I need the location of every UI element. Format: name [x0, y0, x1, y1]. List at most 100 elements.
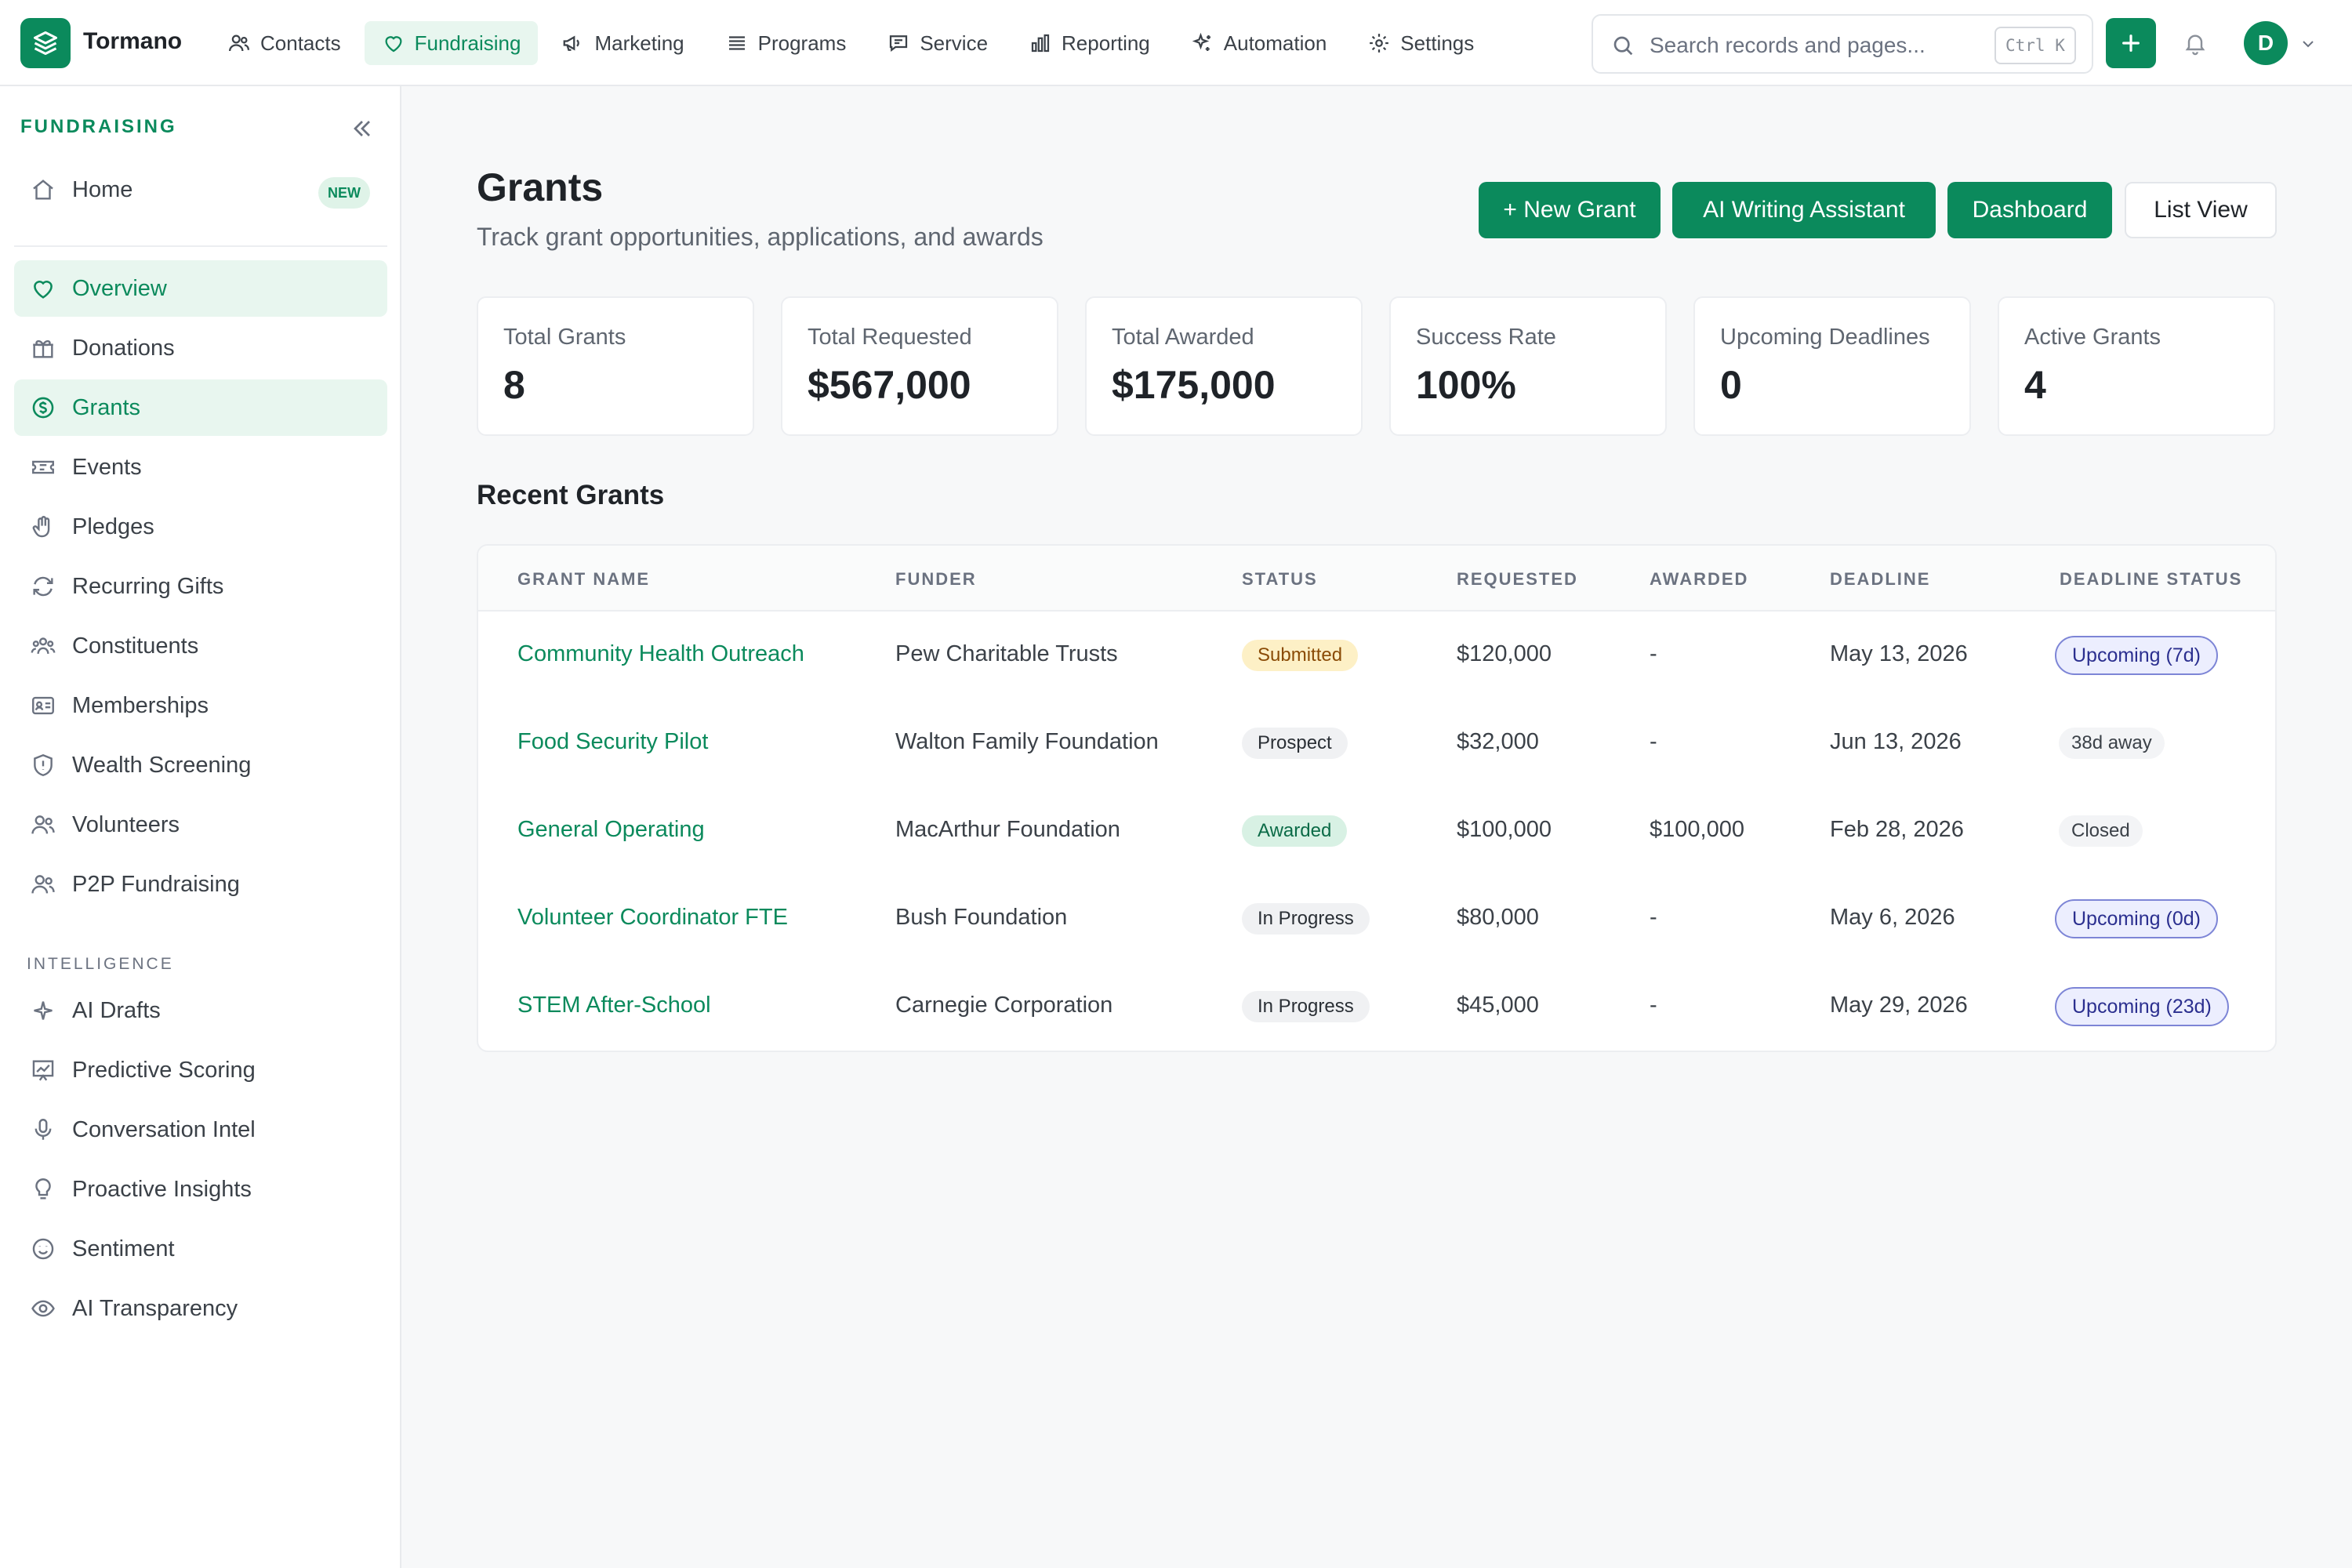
sidebar-item-label: Overview: [72, 275, 167, 301]
nav-item-marketing[interactable]: Marketing: [544, 21, 701, 65]
app-logo-icon[interactable]: [20, 18, 71, 68]
new-grant-button[interactable]: + New Grant: [1479, 182, 1661, 238]
sidebar-item-ai-transparency[interactable]: AI Transparency: [14, 1280, 387, 1337]
deadline-status-badge: Closed: [2059, 815, 2143, 847]
sidebar-item-wealth-screening[interactable]: Wealth Screening: [14, 737, 387, 793]
deadline-cell: May 29, 2026: [1830, 993, 1968, 1018]
column-header-grant-name[interactable]: GRANT NAME: [517, 569, 650, 590]
sidebar-item-recurring-gifts[interactable]: Recurring Gifts: [14, 558, 387, 615]
stat-card-total-requested: Total Requested $567,000: [781, 296, 1058, 436]
column-header-deadline[interactable]: DEADLINE: [1830, 569, 1930, 590]
chevron-down-icon[interactable]: [2299, 34, 2318, 53]
eye-icon: [31, 1300, 55, 1317]
ticket-icon: [32, 460, 54, 474]
table-row[interactable]: Community Health Outreach Pew Charitable…: [478, 612, 2275, 699]
nav-item-fundraising[interactable]: Fundraising: [364, 21, 539, 65]
heart-icon: [34, 281, 53, 299]
nav-item-programs[interactable]: Programs: [708, 21, 864, 65]
sidebar-item-memberships[interactable]: Memberships: [14, 677, 387, 734]
sidebar-item-label: Events: [72, 454, 142, 480]
sidebar-item-grants[interactable]: Grants: [14, 379, 387, 436]
column-header-deadline-status[interactable]: DEADLINE STATUS: [2060, 569, 2242, 590]
sidebar-item-volunteers[interactable]: Volunteers: [14, 797, 387, 853]
nav-label: Reporting: [1062, 31, 1150, 55]
deadline-cell: May 6, 2026: [1830, 905, 1955, 930]
nav-item-contacts[interactable]: Contacts: [210, 21, 358, 65]
sidebar-item-constituents[interactable]: Constituents: [14, 618, 387, 674]
sidebar-item-events[interactable]: Events: [14, 439, 387, 495]
sidebar-item-donations[interactable]: Donations: [14, 320, 387, 376]
notifications-button[interactable]: [2170, 18, 2220, 68]
lightbulb-icon: [35, 1178, 51, 1200]
home-icon: [33, 180, 53, 200]
sidebar-item-predictive-scoring[interactable]: Predictive Scoring: [14, 1042, 387, 1098]
status-badge: Prospect: [1242, 728, 1348, 759]
sidebar-item-ai-drafts[interactable]: AI Drafts: [14, 982, 387, 1039]
column-header-requested[interactable]: REQUESTED: [1457, 569, 1578, 590]
page-title: Grants: [477, 165, 604, 209]
sidebar-item-label: Proactive Insights: [72, 1176, 252, 1202]
sidebar-section-intelligence: INTELLIGENCE: [27, 955, 174, 973]
chat-icon: [890, 35, 908, 52]
sidebar: FUNDRAISING Home NEW Overview Donations …: [0, 86, 401, 1568]
nav-item-settings[interactable]: Settings: [1350, 21, 1491, 65]
sidebar-item-p2p-fundraising[interactable]: P2P Fundraising: [14, 856, 387, 913]
sidebar-item-label: Home: [72, 176, 133, 202]
table-row[interactable]: Volunteer Coordinator FTE Bush Foundatio…: [478, 875, 2275, 963]
funder-cell: Walton Family Foundation: [895, 729, 1159, 754]
recent-grants-table: GRANT NAME FUNDER STATUS REQUESTED AWARD…: [477, 544, 2277, 1052]
user-avatar[interactable]: D: [2244, 21, 2288, 65]
sidebar-item-pledges[interactable]: Pledges: [14, 499, 387, 555]
sidebar-item-conversation-intel[interactable]: Conversation Intel: [14, 1102, 387, 1158]
global-search[interactable]: Ctrl K: [1592, 14, 2093, 74]
sidebar-item-proactive-insights[interactable]: Proactive Insights: [14, 1161, 387, 1218]
page-subtitle: Track grant opportunities, applications,…: [477, 223, 1044, 251]
stat-label: Active Grants: [2024, 325, 2161, 350]
refresh-icon: [33, 576, 53, 597]
search-input[interactable]: [1650, 31, 1994, 60]
requested-cell: $100,000: [1457, 817, 1552, 842]
table-row[interactable]: Food Security Pilot Walton Family Founda…: [478, 699, 2275, 787]
sidebar-item-sentiment[interactable]: Sentiment: [14, 1221, 387, 1277]
grant-name-link[interactable]: Volunteer Coordinator FTE: [517, 905, 788, 931]
table-row[interactable]: General Operating MacArthur Foundation A…: [478, 787, 2275, 875]
column-header-awarded[interactable]: AWARDED: [1650, 569, 1748, 590]
dashboard-button[interactable]: Dashboard: [1947, 182, 2112, 238]
deadline-status-badge: Upcoming (0d): [2055, 899, 2218, 938]
ai-writing-assistant-button[interactable]: AI Writing Assistant: [1672, 182, 1936, 238]
requested-cell: $120,000: [1457, 641, 1552, 666]
microphone-icon: [34, 1119, 52, 1140]
sidebar-item-label: Predictive Scoring: [72, 1057, 256, 1083]
id-card-icon: [32, 696, 54, 715]
stat-card-total-awarded: Total Awarded $175,000: [1085, 296, 1363, 436]
grant-name-link[interactable]: STEM After-School: [517, 993, 711, 1018]
grant-name-link[interactable]: Community Health Outreach: [517, 641, 804, 667]
nav-item-reporting[interactable]: Reporting: [1011, 21, 1167, 65]
list-view-button[interactable]: List View: [2125, 182, 2277, 238]
grant-name-link[interactable]: Food Security Pilot: [517, 729, 708, 755]
stat-value: $567,000: [808, 363, 971, 407]
collapse-sidebar-icon[interactable]: [348, 114, 376, 143]
heart-icon: [385, 36, 402, 53]
sidebar-item-overview[interactable]: Overview: [14, 260, 387, 317]
stat-label: Success Rate: [1416, 325, 1556, 350]
search-shortcut-hint: Ctrl K: [1994, 27, 2076, 64]
sidebar-item-label: AI Drafts: [72, 997, 161, 1023]
nav-item-automation[interactable]: Automation: [1174, 21, 1345, 65]
sparkle-icon: [34, 1001, 53, 1020]
users-icon: [229, 34, 249, 52]
stat-label: Total Requested: [808, 325, 972, 350]
column-header-funder[interactable]: FUNDER: [895, 569, 977, 590]
stat-value: 4: [2024, 363, 2046, 407]
sidebar-item-label: Conversation Intel: [72, 1116, 256, 1142]
nav-item-service[interactable]: Service: [869, 21, 1005, 65]
grant-name-link[interactable]: General Operating: [517, 817, 705, 843]
column-header-status[interactable]: STATUS: [1242, 569, 1318, 590]
quick-create-button[interactable]: [2106, 18, 2156, 68]
deadline-status-badge: 38d away: [2059, 728, 2165, 759]
awarded-cell: -: [1650, 905, 1657, 930]
table-row[interactable]: STEM After-School Carnegie Corporation I…: [478, 963, 2275, 1051]
gear-icon: [1370, 34, 1389, 53]
sidebar-item-home[interactable]: Home NEW: [14, 162, 387, 218]
shield-icon: [34, 753, 53, 777]
